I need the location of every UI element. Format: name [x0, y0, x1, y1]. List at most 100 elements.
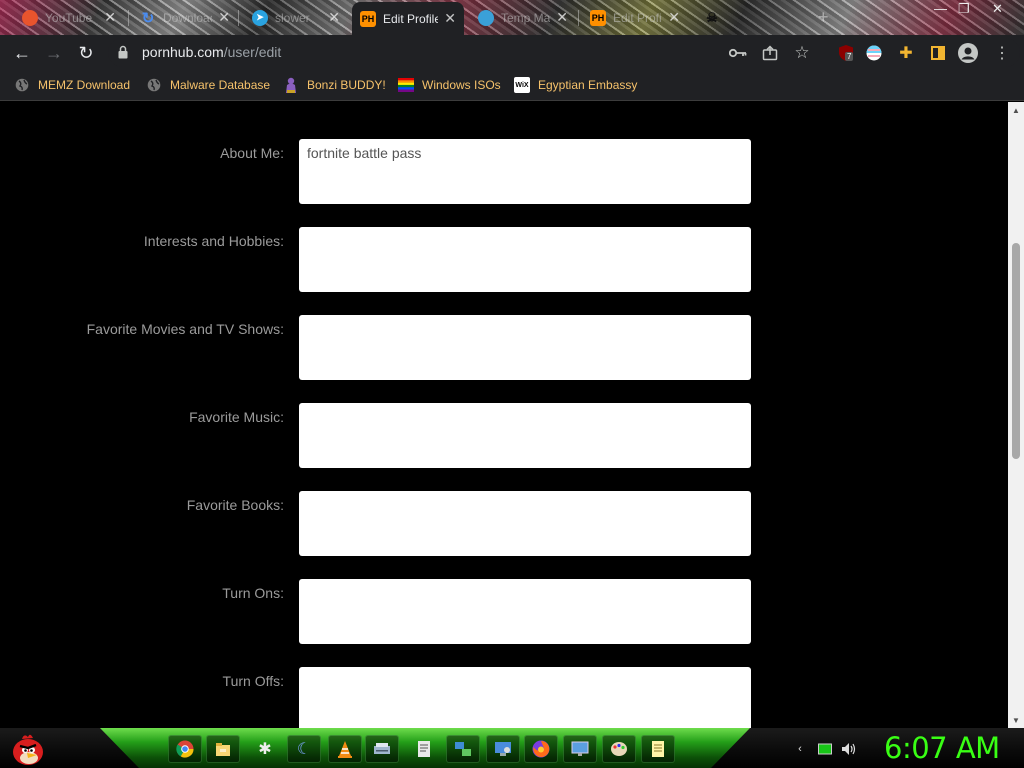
wix-icon: WiX	[514, 77, 530, 93]
close-window-button[interactable]: ✕	[992, 1, 1003, 17]
bookmark-windows-isos[interactable]: Windows ISOs	[398, 76, 501, 94]
network-icon[interactable]	[446, 735, 480, 763]
about-me-field[interactable]: fortnite battle pass	[299, 139, 751, 204]
brave-icon	[22, 9, 38, 26]
firefox-icon[interactable]	[524, 735, 558, 763]
turn-offs-field[interactable]	[299, 667, 751, 728]
close-icon[interactable]: ✕	[444, 10, 456, 27]
close-icon[interactable]: ✕	[218, 9, 230, 26]
favorite-music-field[interactable]	[299, 403, 751, 468]
favorite-books-field[interactable]	[299, 491, 751, 556]
extensions-puzzle-icon[interactable]: ✚	[896, 43, 916, 63]
share-icon[interactable]	[760, 43, 780, 63]
bookmark-bonzi-buddy[interactable]: Bonzi BUDDY!	[283, 76, 386, 94]
vlc-icon[interactable]	[328, 735, 362, 763]
tab-separator	[128, 10, 129, 26]
ublock-extension-icon[interactable]: 7	[836, 43, 856, 63]
volume-icon[interactable]	[841, 742, 857, 756]
angry-bird-start-icon[interactable]	[8, 731, 46, 767]
new-tab-button[interactable]: +	[818, 7, 829, 28]
remote-desktop-icon[interactable]	[486, 735, 520, 763]
moon-app-icon[interactable]: ☾	[287, 735, 321, 763]
skull-icon: ☠	[706, 9, 718, 25]
extension-badge: 7	[845, 52, 854, 61]
tab-title: Download	[163, 10, 213, 25]
display-icon[interactable]	[563, 735, 597, 763]
globe-icon	[146, 77, 162, 93]
lock-icon	[118, 45, 128, 59]
favorite-movies-tv-field[interactable]	[299, 315, 751, 380]
menu-kebab-icon[interactable]: ⋮	[992, 43, 1012, 63]
telegram-icon: ➤	[252, 9, 268, 26]
key-icon[interactable]	[728, 43, 748, 63]
tab-download[interactable]: ↻ Download ✕	[132, 3, 238, 32]
tab-title: Edit Profile	[613, 10, 662, 25]
tab-temp-mail[interactable]: Temp Mail ✕	[470, 3, 576, 32]
tab-slower[interactable]: ➤ slower ✕	[244, 3, 348, 32]
close-icon[interactable]: ✕	[104, 9, 116, 26]
ph-logo-icon: PH	[360, 10, 376, 27]
gorilla-icon	[283, 77, 299, 93]
battery-icon[interactable]	[817, 742, 833, 756]
scrollbar-thumb[interactable]	[1012, 242, 1020, 459]
turn-ons-field[interactable]	[299, 579, 751, 644]
tab-title: YouTube	[45, 10, 93, 25]
close-icon[interactable]: ✕	[328, 9, 340, 26]
windows-flag-icon	[398, 77, 414, 93]
favorite-movies-tv-label: Favorite Movies and TV Shows:	[86, 321, 284, 337]
mail-icon	[478, 9, 494, 26]
notepad-icon[interactable]	[407, 735, 441, 763]
chevron-icon[interactable]: ‹	[792, 742, 808, 756]
turn-offs-label: Turn Offs:	[222, 673, 284, 689]
profile-avatar-icon[interactable]	[958, 43, 978, 63]
bookmark-egyptian-embassy[interactable]: WiX Egyptian Embassy	[514, 76, 637, 94]
bookmark-label: Windows ISOs	[422, 78, 501, 92]
close-icon[interactable]: ✕	[668, 9, 680, 26]
flag-extension-icon[interactable]	[864, 43, 884, 63]
reload-button[interactable]: ↻	[74, 41, 98, 65]
file-explorer-icon[interactable]	[206, 735, 240, 763]
tab-youtube[interactable]: YouTube ✕	[14, 3, 124, 32]
spider-app-icon[interactable]: ✱	[248, 735, 282, 763]
bookmark-star-icon[interactable]: ☆	[792, 43, 812, 63]
browser-toolbar: ← → ↻ pornhub.com/user/edit ☆ 7 ✚ ⋮	[0, 35, 1024, 70]
url-host: pornhub.com	[142, 44, 224, 60]
favorite-books-label: Favorite Books:	[186, 497, 284, 513]
tab-title: Temp Mail	[501, 10, 551, 25]
bookmark-label: Malware Database	[170, 78, 271, 92]
globe-icon	[14, 77, 30, 93]
edit-profile-form: About Me: fortnite battle pass Interests…	[0, 102, 1008, 728]
tab-title: slower	[275, 10, 310, 25]
notes-icon[interactable]	[641, 735, 675, 763]
bookmark-malware-database[interactable]: Malware Database	[146, 76, 270, 94]
scroll-down-arrow-icon[interactable]: ▼	[1008, 712, 1024, 728]
bookmarks-bar: MEMZ Download Malware Database Bonzi BUD…	[0, 70, 1024, 101]
bookmark-memz-download[interactable]: MEMZ Download	[14, 76, 130, 94]
tab-separator	[578, 10, 579, 26]
tab-edit-profile[interactable]: PH Edit Profile ✕	[582, 3, 688, 32]
ph-logo-icon: PH	[590, 9, 606, 26]
about-me-label: About Me:	[220, 145, 284, 161]
favorite-music-label: Favorite Music:	[189, 409, 284, 425]
tab-skull[interactable]: ☠	[698, 3, 726, 32]
scanner-icon[interactable]	[365, 735, 399, 763]
turn-ons-label: Turn Ons:	[222, 585, 284, 601]
side-panel-icon[interactable]	[928, 43, 948, 63]
close-icon[interactable]: ✕	[556, 9, 568, 26]
paint-icon[interactable]	[602, 735, 636, 763]
taskbar-clock[interactable]: 6:07 AM	[884, 731, 1000, 765]
interests-hobbies-field[interactable]	[299, 227, 751, 292]
chrome-icon[interactable]	[168, 735, 202, 763]
forward-button[interactable]: →	[42, 41, 66, 65]
interests-hobbies-label: Interests and Hobbies:	[143, 233, 284, 249]
tab-edit-profile-active[interactable]: PH Edit Profile ✕	[352, 2, 464, 35]
tab-separator	[238, 10, 239, 26]
url-text: pornhub.com/user/edit	[142, 44, 281, 60]
tab-title: Edit Profile	[383, 11, 439, 26]
scroll-up-arrow-icon[interactable]: ▲	[1008, 102, 1024, 118]
page-scrollbar[interactable]: ▲ ▼	[1008, 102, 1024, 728]
bookmark-label: Bonzi BUDDY!	[307, 78, 386, 92]
restore-button[interactable]: ❐	[958, 1, 970, 17]
minimize-button[interactable]: —	[934, 1, 947, 16]
back-button[interactable]: ←	[10, 41, 34, 65]
